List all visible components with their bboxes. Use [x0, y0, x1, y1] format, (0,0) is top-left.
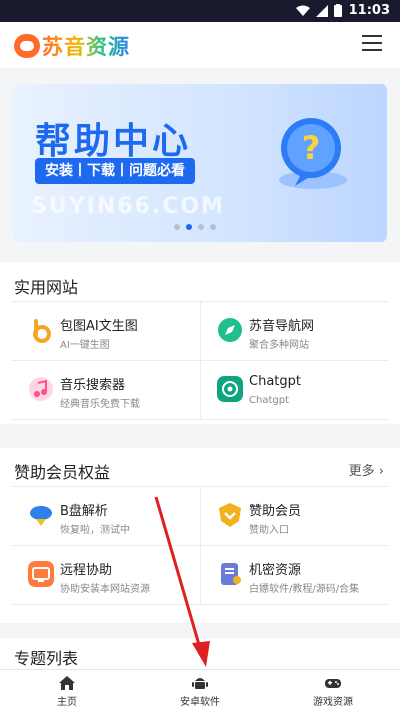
- pagination-dot-active[interactable]: [186, 224, 192, 230]
- item-title: 机密资源: [249, 563, 302, 578]
- member-shield-icon: [219, 503, 241, 527]
- music-icon: [29, 377, 53, 401]
- item-subtitle: 赞助入口: [249, 525, 289, 536]
- item-title: 包图AI文生图: [60, 319, 138, 334]
- item-title: Chatgpt: [249, 374, 301, 389]
- sponsor-item-bdisk[interactable]: B盘解析 恢复啦，测试中: [12, 487, 200, 546]
- item-subtitle: 恢复啦，测试中: [60, 525, 130, 536]
- sponsor-item-remote[interactable]: 远程协助 协助安装本网站资源: [12, 546, 200, 605]
- tab-home[interactable]: 主页: [27, 676, 107, 708]
- tab-label: 游戏资源: [313, 697, 353, 708]
- pagination-dot[interactable]: [198, 224, 204, 230]
- status-bar: 11:03: [0, 0, 400, 22]
- secret-file-icon: [221, 563, 241, 585]
- banner-watermark: SUYIN66.COM: [31, 194, 225, 219]
- signal-icon: [316, 4, 328, 17]
- site-item-baotu[interactable]: 包图AI文生图 AI一键生图: [12, 302, 200, 361]
- tab-game-resources[interactable]: 游戏资源: [293, 676, 373, 708]
- gamepad-icon: [325, 679, 341, 688]
- tab-label: 主页: [57, 697, 77, 708]
- remote-monitor-icon: [28, 561, 54, 587]
- bottom-tab-bar: 主页 安卓软件 游戏资源: [0, 669, 400, 712]
- practical-grid: 包图AI文生图 AI一键生图 苏音导航网 聚合多种网站 音乐搜索器 经典音乐免费…: [12, 301, 388, 421]
- banner-pagination[interactable]: [174, 224, 216, 230]
- help-center-banner[interactable]: 帮助中心 安装丨下载丨问题必看 SUYIN66.COM ?: [13, 84, 387, 242]
- item-title: 苏音导航网: [249, 319, 315, 334]
- banner-title: 帮助中心: [35, 121, 192, 162]
- cloud-download-icon: [30, 506, 52, 526]
- item-subtitle: AI一键生图: [60, 340, 110, 351]
- item-subtitle: 协助安装本网站资源: [60, 584, 150, 595]
- wifi-icon: [296, 5, 310, 16]
- sponsor-item-member[interactable]: 赞助会员 赞助入口: [200, 487, 388, 546]
- status-icons: [296, 4, 342, 17]
- item-title: 远程协助: [60, 563, 113, 578]
- item-title: 音乐搜索器: [60, 378, 126, 393]
- chatgpt-icon: [217, 376, 243, 402]
- sponsor-section: 赞助会员权益 更多 › B盘解析 恢复啦，测试中 赞助会员 赞助入口 远程协助 …: [0, 448, 400, 623]
- logo-text: 苏音资源: [42, 31, 130, 61]
- section-title: 实用网站: [14, 278, 79, 297]
- section-title: 赞助会员权益: [14, 463, 111, 482]
- status-time: 11:03: [348, 3, 390, 18]
- app-logo[interactable]: 苏音资源: [14, 31, 130, 61]
- item-subtitle: 白嫖软件/教程/源码/合集: [249, 584, 360, 595]
- sponsor-grid: B盘解析 恢复啦，测试中 赞助会员 赞助入口 远程协助 协助安装本网站资源 机密…: [12, 486, 388, 606]
- question-bubble-icon: ?: [279, 118, 347, 189]
- sponsor-item-secret[interactable]: 机密资源 白嫖软件/教程/源码/合集: [200, 546, 388, 605]
- pagination-dot[interactable]: [174, 224, 180, 230]
- tab-label: 安卓软件: [180, 697, 220, 708]
- svg-text:?: ?: [302, 129, 321, 167]
- app-header: 苏音资源: [0, 22, 400, 68]
- item-title: 赞助会员: [249, 504, 302, 519]
- site-item-music[interactable]: 音乐搜索器 经典音乐免费下载: [12, 361, 200, 420]
- tab-android-software[interactable]: 安卓软件: [160, 676, 240, 708]
- compass-icon: [218, 318, 242, 342]
- logo-mark-icon: [14, 34, 40, 58]
- hamburger-menu-icon[interactable]: [362, 35, 382, 51]
- more-link[interactable]: 更多 ›: [349, 460, 384, 479]
- item-title: B盘解析: [60, 504, 108, 519]
- practical-sites-section: 实用网站 包图AI文生图 AI一键生图 苏音导航网 聚合多种网站 音乐搜索器 经…: [0, 262, 400, 424]
- site-item-navigation[interactable]: 苏音导航网 聚合多种网站: [200, 302, 388, 361]
- baotu-icon: [33, 319, 51, 343]
- item-subtitle: 经典音乐免费下载: [60, 399, 140, 410]
- site-item-chatgpt[interactable]: Chatgpt Chatgpt: [200, 361, 388, 420]
- item-subtitle: Chatgpt: [249, 395, 289, 406]
- android-icon: [192, 678, 208, 689]
- pagination-dot[interactable]: [210, 224, 216, 230]
- battery-icon: [334, 4, 342, 17]
- home-icon: [59, 676, 75, 690]
- item-subtitle: 聚合多种网站: [249, 340, 309, 351]
- section-title: 专题列表: [14, 649, 79, 668]
- banner-tags: 安装丨下载丨问题必看: [35, 158, 195, 184]
